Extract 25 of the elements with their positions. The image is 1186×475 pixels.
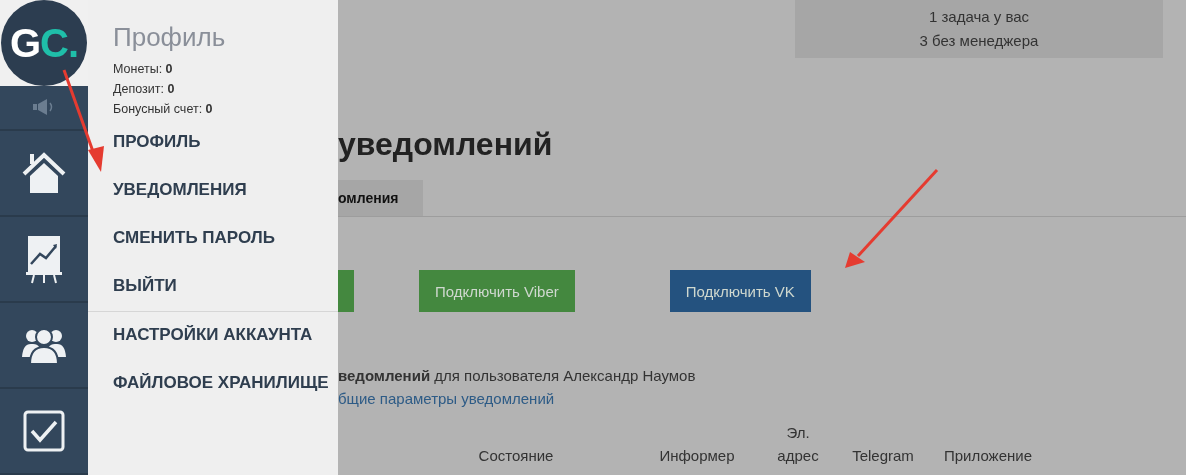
task-count-text: 1 задача у вас [928, 7, 1030, 27]
balance-text: Бонусный счет: 0 [113, 101, 214, 118]
home-icon [21, 151, 67, 194]
column-header: Состояние [478, 446, 554, 466]
balance-text: Депозит: 0 [113, 81, 176, 98]
description-text: ведомлений для пользователя Александр Наумов [338, 367, 696, 384]
menu-item[interactable]: НАСТРОЙКИ АККАУНТА [113, 312, 313, 360]
connect-button[interactable]: Подключить VK [669, 270, 811, 312]
menu-item[interactable]: ПРОФИЛЬ [113, 119, 201, 167]
menu-item[interactable]: ВЫЙТИ [113, 263, 177, 311]
menu-item[interactable]: СМЕНИТЬ ПАРОЛЬ [113, 215, 275, 263]
profile-title: Профиль [113, 22, 227, 53]
column-header: Информер [659, 446, 735, 466]
tab[interactable]: омления [338, 180, 424, 216]
menu-item[interactable]: ФАЙЛОВОЕ ХРАНИЛИЩЕ [113, 360, 329, 408]
column-header: Приложение [944, 446, 1032, 466]
menu-item[interactable]: УВЕДОМЛЕНИЯ [113, 167, 247, 215]
column-header: Эл. адрес [776, 423, 820, 466]
page-heading: уведомлений [338, 126, 553, 163]
checkbox-icon [23, 409, 65, 452]
column-header: Telegram [852, 446, 914, 466]
balance-text: Монеты: 0 [113, 61, 174, 78]
chart-board-icon [26, 233, 62, 284]
task-count-text: 3 без менеджера [919, 31, 1039, 51]
logo[interactable]: GC. [1, 0, 87, 86]
